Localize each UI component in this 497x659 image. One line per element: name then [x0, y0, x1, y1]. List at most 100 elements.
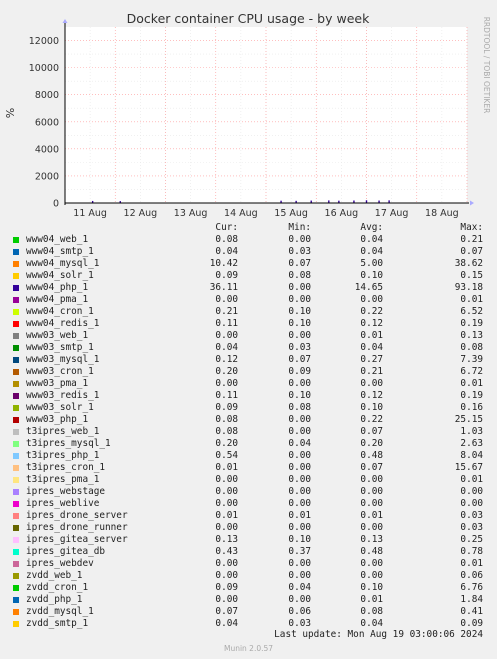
legend-swatch: [13, 357, 19, 363]
legend-min: 0.09: [288, 366, 311, 377]
legend-item: t3ipres_cron_1 0.01 0.00 0.07 15.67: [13, 462, 493, 474]
legend-min: 0.00: [288, 282, 311, 293]
legend-item: t3ipres_web_1 0.08 0.00 0.07 1.03: [13, 426, 493, 438]
legend-name: ipres_weblive: [26, 498, 100, 509]
legend-min: 0.00: [288, 498, 311, 509]
legend-swatch: [13, 609, 19, 615]
legend-item: www04_web_1 0.08 0.00 0.04 0.21: [13, 234, 493, 246]
y-tick-label: 8000: [35, 90, 59, 101]
legend-max: 0.00: [460, 498, 483, 509]
legend-min: 0.04: [288, 582, 311, 593]
legend-min: 0.00: [288, 414, 311, 425]
chart-title: Docker container CPU usage - by week: [127, 11, 370, 26]
legend-avg: 0.00: [360, 474, 383, 485]
legend-max: 93.18: [454, 282, 483, 293]
y-tick-label: 6000: [35, 117, 59, 128]
legend-max: 7.39: [460, 354, 483, 365]
legend-avg: 0.07: [360, 426, 383, 437]
legend-avg: 0.04: [360, 246, 383, 257]
legend-name: www04_mysql_1: [26, 258, 100, 269]
legend-swatch: [13, 429, 19, 435]
legend-item: ipres_drone_server 0.01 0.01 0.01 0.03: [13, 510, 493, 522]
legend-name: t3ipres_mysql_1: [26, 438, 111, 449]
legend-min: 0.00: [288, 330, 311, 341]
legend-cur: 0.00: [215, 486, 238, 497]
legend-avg: 0.08: [360, 606, 383, 617]
legend-name: www04_smtp_1: [26, 246, 94, 257]
legend-cur: 0.00: [215, 594, 238, 605]
legend-cur: 0.13: [215, 534, 238, 545]
legend-item: www04_smtp_1 0.04 0.03 0.04 0.07: [13, 246, 493, 258]
legend-avg: 0.01: [360, 330, 383, 341]
legend-avg: 14.65: [354, 282, 383, 293]
legend-cur: 0.00: [215, 330, 238, 341]
legend-avg: 0.12: [360, 390, 383, 401]
legend-item: zvdd_php_1 0.00 0.00 0.01 1.84: [13, 594, 493, 606]
legend-name: t3ipres_cron_1: [26, 462, 106, 473]
legend-item: www04_mysql_1 10.42 0.07 5.00 38.62: [13, 258, 493, 270]
y-tick-label: 4000: [35, 144, 59, 155]
legend-avg: 5.00: [360, 258, 383, 269]
y-axis-arrow: [62, 19, 68, 23]
legend-name: www04_web_1: [26, 234, 89, 245]
legend-min: 0.01: [288, 510, 311, 521]
legend-item: www04_solr_1 0.09 0.08 0.10 0.15: [13, 270, 493, 282]
legend-name: ipres_drone_runner: [26, 522, 128, 533]
legend-min: 0.08: [288, 402, 311, 413]
legend-max: 0.25: [460, 534, 483, 545]
legend-swatch: [13, 549, 19, 555]
legend-min: 0.06: [288, 606, 311, 617]
legend-max: 25.15: [454, 414, 483, 425]
legend-swatch: [13, 537, 19, 543]
legend-name: zvdd_web_1: [26, 570, 83, 581]
x-axis-arrow: [470, 200, 474, 206]
legend-item: www03_smtp_1 0.04 0.03 0.04 0.08: [13, 342, 493, 354]
legend-cur: 0.20: [215, 366, 238, 377]
legend-item: www03_web_1 0.00 0.00 0.01 0.13: [13, 330, 493, 342]
legend-avg: 0.00: [360, 378, 383, 389]
legend-max: 0.19: [460, 318, 483, 329]
last-update: Last update: Mon Aug 19 03:00:06 2024: [274, 629, 483, 640]
legend-min: 0.07: [288, 354, 311, 365]
legend-name: ipres_gitea_db: [26, 546, 106, 557]
legend-cur: 0.04: [215, 342, 238, 353]
legend-avg: 0.20: [360, 438, 383, 449]
legend-name: ipres_drone_server: [26, 510, 128, 521]
munin-version: Munin 2.0.57: [223, 644, 274, 653]
legend-item: www03_redis_1 0.11 0.10 0.12 0.19: [13, 390, 493, 402]
legend-name: t3ipres_php_1: [26, 450, 100, 461]
legend-avg: 0.01: [360, 594, 383, 605]
legend-max: 0.01: [460, 294, 483, 305]
legend-rows: www04_web_1 0.08 0.00 0.04 0.21 www04_smtp_1 0…: [13, 234, 493, 630]
legend-name: t3ipres_pma_1: [26, 474, 100, 485]
x-tick-label: 12 Aug: [124, 208, 158, 219]
legend-min: 0.10: [288, 534, 311, 545]
legend-min: 0.37: [288, 546, 311, 557]
legend-item: t3ipres_mysql_1 0.20 0.04 0.20 2.63: [13, 438, 493, 450]
legend-name: www03_web_1: [26, 330, 89, 341]
legend-item: www03_cron_1 0.20 0.09 0.21 6.72: [13, 366, 493, 378]
legend-name: www04_cron_1: [26, 306, 94, 317]
legend-name: www03_php_1: [26, 414, 89, 425]
legend-max: 6.52: [460, 306, 483, 317]
legend-avg: 0.04: [360, 234, 383, 245]
y-tick-label: 2000: [35, 171, 59, 182]
legend-cur: 0.09: [215, 402, 238, 413]
legend-name: t3ipres_web_1: [26, 426, 100, 437]
legend-swatch: [13, 405, 19, 411]
legend-item: ipres_gitea_db 0.43 0.37 0.48 0.78: [13, 546, 493, 558]
legend-min: 0.00: [288, 522, 311, 533]
legend-min: 0.00: [288, 594, 311, 605]
legend-max: 0.00: [460, 486, 483, 497]
legend-avg: 0.00: [360, 570, 383, 581]
legend-swatch: [13, 333, 19, 339]
legend-swatch: [13, 261, 19, 267]
header-max: Max:: [460, 222, 483, 233]
legend-cur: 0.00: [215, 498, 238, 509]
legend-avg: 0.04: [360, 342, 383, 353]
legend-item: www03_mysql_1 0.12 0.07 0.27 7.39: [13, 354, 493, 366]
x-tick-label: 17 Aug: [375, 208, 409, 219]
legend-max: 6.76: [460, 582, 483, 593]
legend-swatch: [13, 273, 19, 279]
legend-name: www03_pma_1: [26, 378, 89, 389]
